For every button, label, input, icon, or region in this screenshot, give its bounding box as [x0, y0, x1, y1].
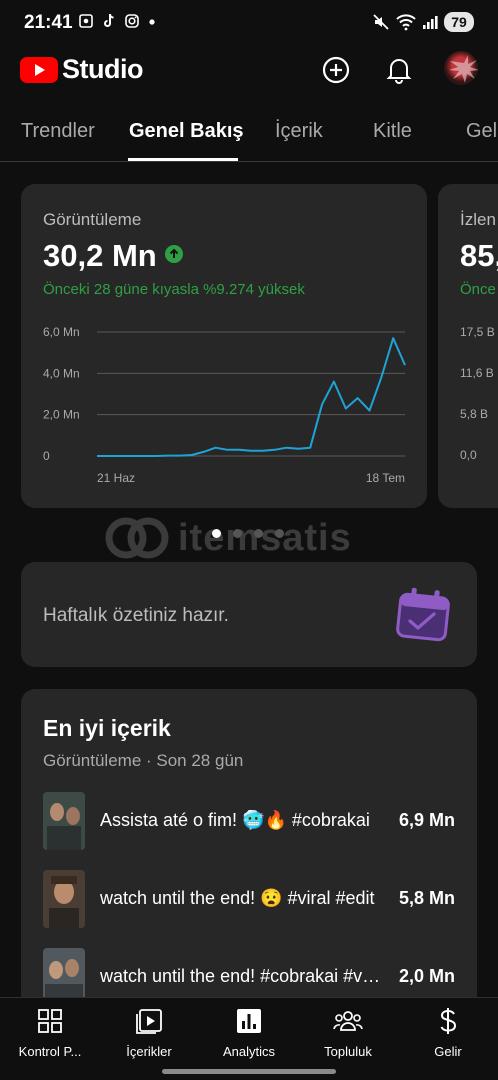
video-views: 2,0 Mn — [398, 966, 455, 986]
active-tab-indicator — [128, 158, 238, 161]
views-line-chart: 6,0 Mn 4,0 Mn 2,0 Mn 0 21 Haz 18 Tem — [43, 325, 406, 485]
notification-icons — [78, 13, 157, 29]
status-bar: 21:41 79 — [0, 0, 498, 46]
watermark-logo-icon — [105, 517, 169, 559]
nav-analytics[interactable]: Analytics — [201, 1006, 297, 1059]
views-metric-card[interactable]: Görüntüleme 30,2 Mn Önceki 28 güne kıyas… — [21, 184, 427, 508]
tab-kitle[interactable]: Kitle — [373, 120, 412, 143]
home-indicator[interactable] — [162, 1069, 336, 1074]
avatar[interactable] — [444, 51, 478, 85]
calendar-check-icon — [396, 587, 450, 642]
peek-y-tick: 11,6 B — [460, 366, 494, 380]
content-icon — [136, 1009, 162, 1034]
tab-trendler[interactable]: Trendler — [21, 120, 95, 143]
instagram-icon — [125, 14, 139, 28]
peek-metric-compare: Önce — [460, 281, 496, 298]
pager-dot[interactable] — [275, 529, 284, 538]
video-title: watch until the end! #cobrakai #viral — [100, 966, 382, 986]
carousel-pager — [212, 529, 284, 538]
weekly-summary-card[interactable]: Haftalık özetiniz hazır. — [21, 562, 477, 667]
nav-community[interactable]: Topluluk — [300, 1006, 396, 1059]
content-row[interactable]: watch until the end! 😧 #viral #edit 5,8 … — [43, 870, 455, 928]
analytics-icon — [237, 1009, 261, 1033]
dollar-icon — [440, 1008, 457, 1034]
watermark-text: itemsatis — [178, 516, 352, 559]
nav-dashboard[interactable]: Kontrol P... — [2, 1006, 98, 1059]
peek-metric-value: 85, — [460, 238, 498, 273]
tab-icerik[interactable]: İçerik — [275, 120, 323, 143]
top-content-title: En iyi içerik — [43, 715, 171, 741]
nav-content[interactable]: İçerikler — [101, 1006, 197, 1059]
youtube-logo-icon — [20, 56, 58, 83]
signal-icon — [423, 16, 438, 29]
top-content-subtitle: Görüntüleme · Son 28 gün — [43, 751, 244, 770]
nav-label: Kontrol P... — [18, 1044, 82, 1059]
video-views: 5,8 Mn — [398, 888, 455, 908]
system-icons: 79 — [372, 12, 474, 32]
tab-bar: Trendler Genel Bakış İçerik Kitle Gel — [0, 100, 498, 162]
chart-series-line — [97, 337, 406, 457]
peek-y-tick: 0,0 — [460, 448, 477, 462]
notifications-button[interactable] — [383, 54, 415, 86]
top-content-card: En iyi içerik Görüntüleme · Son 28 gün A… — [21, 689, 477, 1019]
video-thumbnail — [43, 792, 85, 850]
chart-y-tick: 2,0 Mn — [43, 408, 80, 422]
chart-x-tick: 18 Tem — [366, 471, 405, 485]
community-icon — [333, 1011, 363, 1031]
pager-dot[interactable] — [212, 529, 221, 538]
nav-label: Analytics — [222, 1044, 276, 1059]
logo-text: Studio — [62, 54, 143, 84]
pager-dot[interactable] — [233, 529, 242, 538]
nav-label: Gelir — [434, 1044, 462, 1059]
battery-indicator: 79 — [444, 12, 474, 32]
pager-dot[interactable] — [254, 529, 263, 538]
tab-genel-bakis[interactable]: Genel Bakış — [129, 120, 244, 143]
mute-icon — [373, 14, 389, 30]
tiktok-icon — [104, 13, 114, 27]
video-title: watch until the end! 😧 #viral #edit — [100, 888, 375, 908]
studio-logo[interactable]: Studio — [20, 54, 143, 85]
nav-label: Topluluk — [324, 1044, 372, 1059]
tab-gelir[interactable]: Gel — [466, 120, 497, 143]
wifi-icon — [396, 14, 416, 31]
video-thumbnail — [43, 870, 85, 928]
notifications-icon — [386, 59, 412, 84]
chart-x-tick: 21 Haz — [97, 471, 135, 485]
chart-y-tick: 0 — [43, 449, 50, 463]
chart-y-tick: 4,0 Mn — [43, 366, 80, 380]
chart-y-tick: 6,0 Mn — [43, 325, 80, 339]
dot-icon — [149, 19, 155, 25]
content-row[interactable]: Assista até o fim! 🥶🔥 #cobrakai 6,9 Mn — [43, 792, 455, 850]
app-header: Studio — [0, 46, 498, 100]
video-views: 6,9 Mn — [398, 810, 455, 830]
peek-metric-label: İzlen — [460, 210, 496, 229]
create-icon — [322, 56, 350, 84]
nav-earnings[interactable]: Gelir — [400, 1006, 496, 1059]
screenshot-icon — [79, 14, 93, 28]
avatar-image — [449, 55, 478, 83]
video-title: Assista até o fim! 🥶🔥 #cobrakai — [100, 810, 370, 830]
peek-y-tick: 5,8 B — [460, 407, 489, 421]
dashboard-icon — [38, 1009, 62, 1033]
summary-text: Haftalık özetiniz hazır. — [43, 605, 229, 626]
nav-label: İçerikler — [126, 1044, 172, 1059]
bottom-navigation: Kontrol P... İçerikler Analytics Toplulu… — [0, 997, 498, 1080]
watermark: itemsatis — [104, 516, 352, 560]
create-button[interactable] — [320, 54, 352, 86]
watch-time-metric-card[interactable]: İzlen 85, Önce 17,5 B 11,6 B 5,8 B 0,0 — [438, 184, 498, 508]
peek-y-tick: 17,5 B — [460, 325, 495, 339]
status-time: 21:41 — [24, 12, 73, 33]
